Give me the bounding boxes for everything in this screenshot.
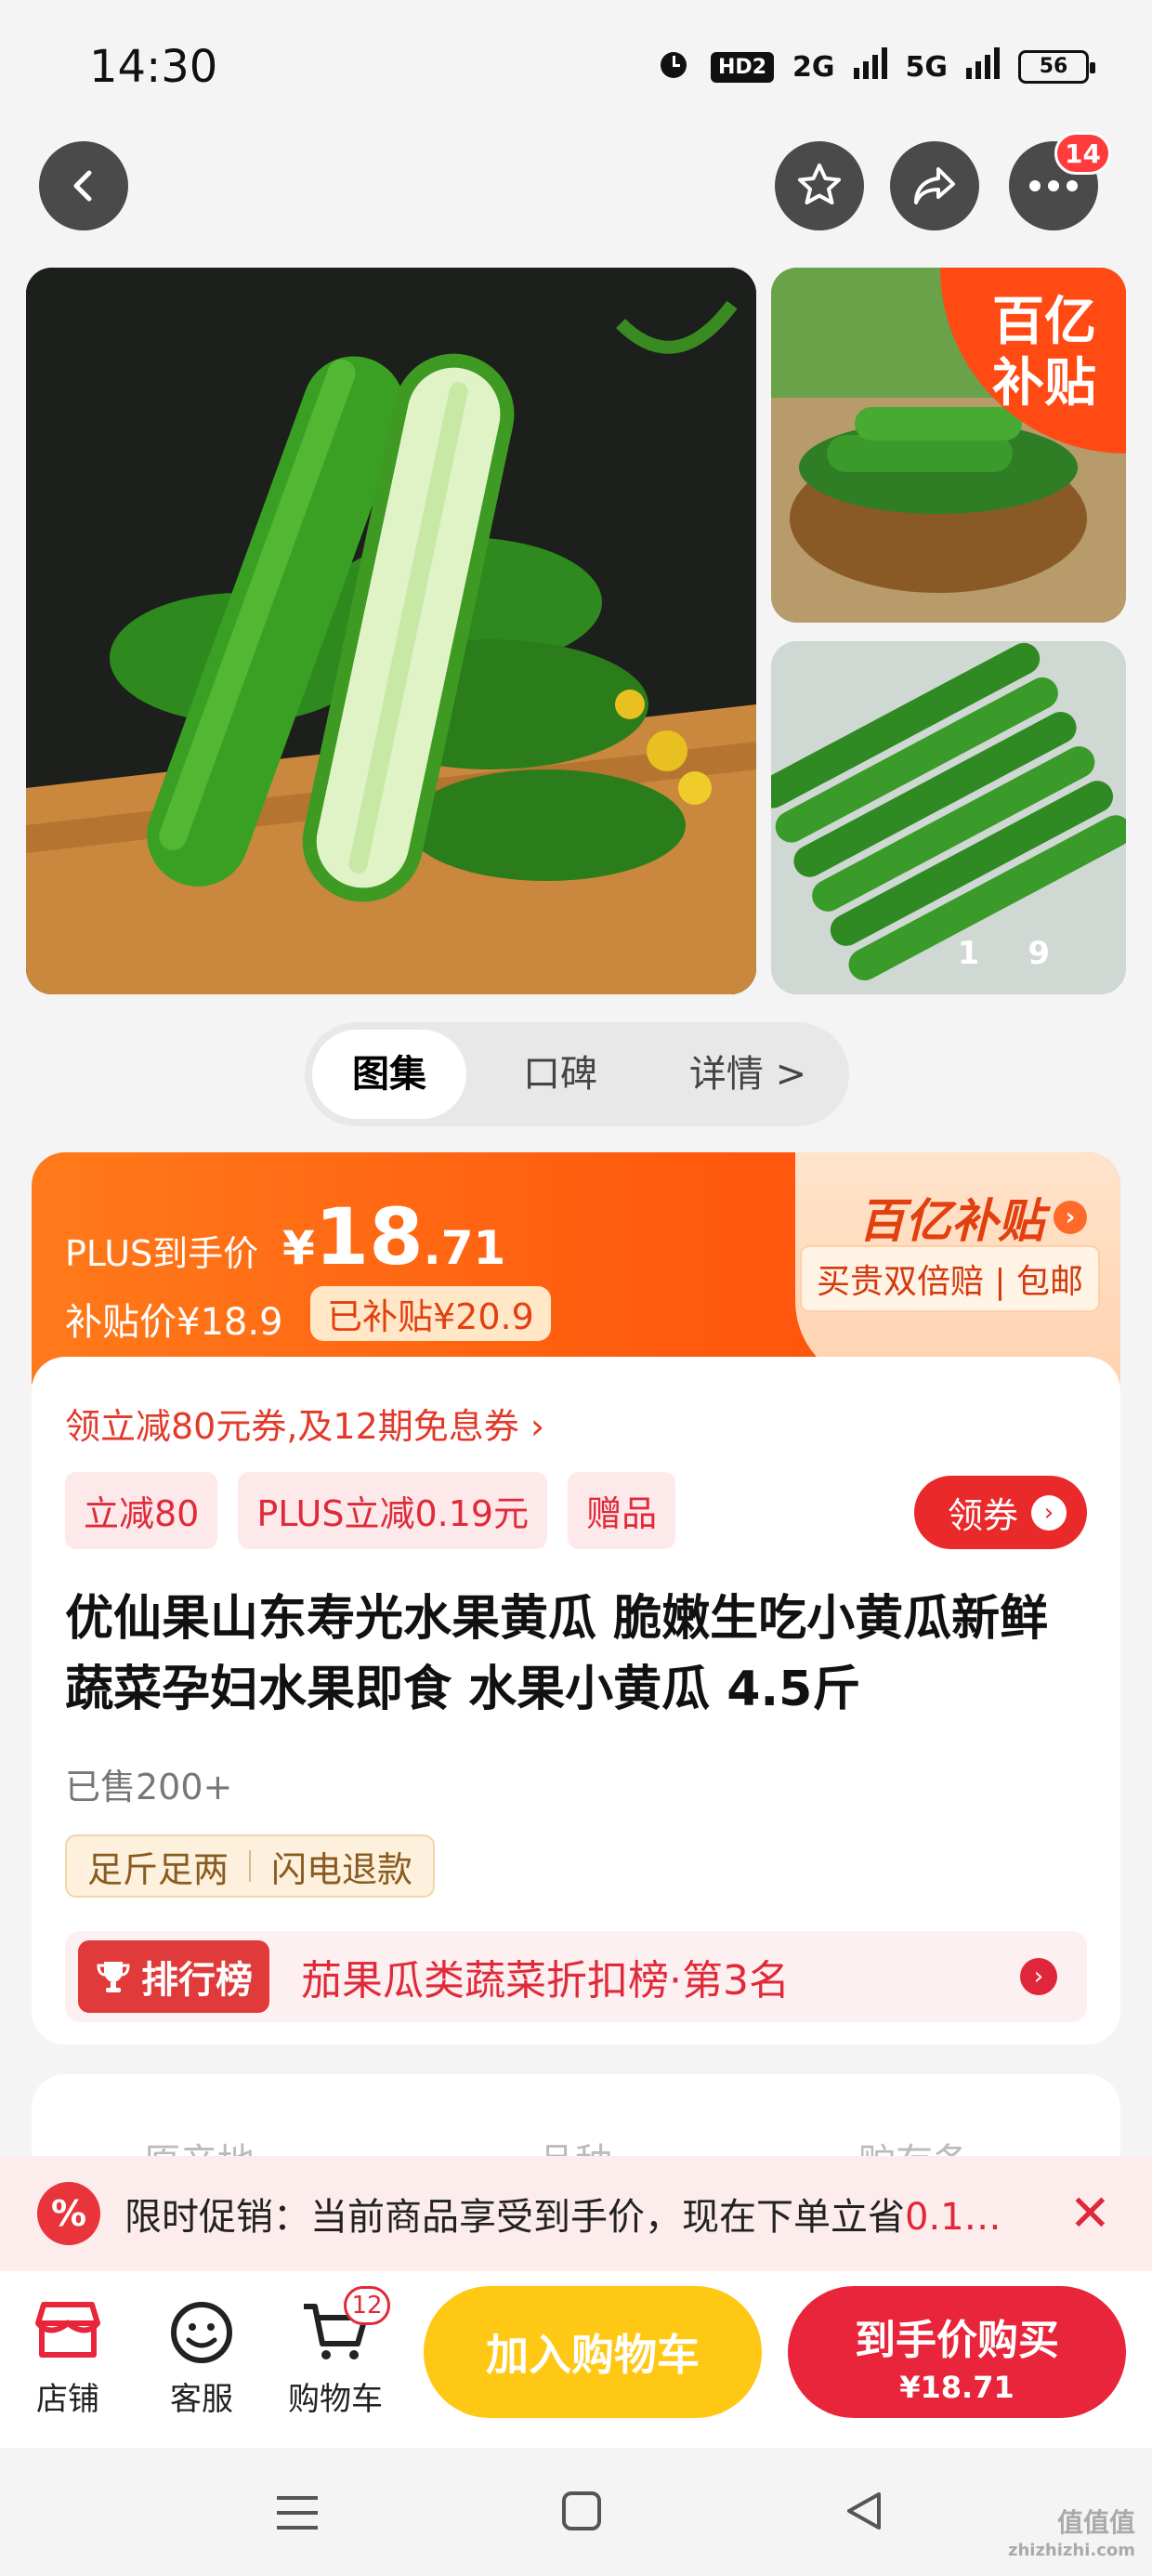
promo-tag: 赠品	[568, 1472, 676, 1549]
trophy-icon	[97, 1962, 130, 1992]
price-decimal: .71	[423, 1221, 506, 1275]
tab-gallery[interactable]: 图集	[312, 1030, 466, 1119]
plus-price-label: PLUS到手价	[65, 1233, 259, 1274]
hd-badge: HD2	[711, 51, 774, 83]
chevron-right-icon: ›	[1031, 1494, 1067, 1531]
product-image-main[interactable]	[26, 268, 756, 994]
discount-icon: %	[37, 2182, 100, 2245]
watermark: 值值值 zhizhizhi.com	[1008, 2509, 1135, 2565]
customer-service-button[interactable]: 客服	[141, 2290, 262, 2419]
sold-count: 已售200+	[65, 1767, 233, 1807]
signal-5g: 5G	[905, 50, 949, 84]
bottom-action-bar: 店铺 客服 12 购物车 加入购物车 到手价购买 ¥18.71	[0, 2271, 1152, 2448]
promo-text: 限时促销：当前商品享受到手价，现在下单立省0.1…	[124, 2187, 1035, 2241]
cart-icon: 12	[275, 2286, 396, 2373]
image-counter: 19	[958, 935, 1098, 972]
image-counter-total: 9	[1028, 935, 1098, 972]
plus-price: ¥18.71	[282, 1191, 505, 1282]
coupon-link[interactable]: 领立减80元券,及12期免息券 ›	[65, 1398, 544, 1449]
home-nav-button[interactable]	[561, 2491, 602, 2535]
status-icons: HD2 2G 5G 56	[655, 45, 1095, 89]
promo-tag: PLUS立减0.19元	[238, 1472, 548, 1549]
chevron-right-icon: ›	[1020, 1958, 1057, 1995]
price-currency: ¥	[282, 1221, 315, 1275]
billion-subsidy-link[interactable]: 百亿补贴 ›	[858, 1184, 1087, 1251]
chevron-right-icon: ›	[1054, 1201, 1087, 1234]
message-count-badge: 14	[1054, 132, 1111, 175]
close-icon[interactable]: ✕	[1069, 2184, 1111, 2242]
system-navigation-bar	[0, 2448, 1152, 2576]
price-card: PLUS到手价 ¥18.71 补贴价¥18.9 已补贴¥20.9 百亿补贴 › …	[32, 1152, 1120, 2044]
signal-bars-icon	[853, 47, 887, 86]
promo-message: 限时促销：当前商品享受到手价，现在下单立省	[124, 2196, 905, 2239]
media-segment-tabs: 图集 口碑 详情 >	[305, 1022, 849, 1126]
watermark-line1: 值值值	[1056, 2507, 1135, 2538]
battery-indicator: 56	[1018, 50, 1095, 84]
share-icon	[914, 167, 955, 204]
signal-bars-5g-icon	[966, 47, 1000, 86]
more-button[interactable]: 14	[1009, 132, 1111, 230]
ranking-badge-label: 排行榜	[141, 1959, 253, 2002]
status-time: 14:30	[89, 41, 218, 93]
claim-coupon-button[interactable]: 领券 ›	[913, 1476, 1087, 1549]
favorite-button[interactable]	[775, 141, 864, 230]
billion-tag-line1: 百亿	[992, 292, 1096, 352]
service-tags[interactable]: 足斤足两 闪电退款	[65, 1834, 436, 1898]
service-label: 客服	[170, 2381, 233, 2418]
buy-now-label: 到手价购买	[855, 2317, 1059, 2364]
service-tag-refund: 闪电退款	[271, 1848, 413, 1890]
alarm-icon	[655, 45, 692, 89]
image-counter-current: 1	[957, 935, 1028, 972]
product-info-body: 领立减80元券,及12期免息券 › 立减80 PLUS立减0.19元 赠品 领券…	[32, 1357, 1120, 2044]
buy-now-price: ¥18.71	[899, 2370, 1015, 2405]
store-label: 店铺	[36, 2381, 99, 2418]
product-image-box[interactable]: 19	[771, 641, 1126, 994]
home-square-icon	[562, 2491, 601, 2530]
back-nav-button[interactable]	[844, 2491, 884, 2535]
billion-tag-line2: 补贴	[992, 353, 1096, 414]
cucumber-photo	[26, 268, 756, 994]
claim-coupon-label: 领券	[947, 1495, 1018, 1536]
promo-banner[interactable]: % 限时促销：当前商品享受到手价，现在下单立省0.1… ✕	[0, 2156, 1152, 2271]
menu-icon	[277, 2496, 318, 2530]
price-integer: 18	[314, 1191, 424, 1282]
product-title: 优仙果山东寿光水果黄瓜 脆嫩生吃小黄瓜新鲜蔬菜孕妇水果即食 水果小黄瓜 4.5斤	[65, 1591, 1049, 1717]
store-icon	[7, 2290, 128, 2373]
ranking-row[interactable]: 排行榜 茄果瓜类蔬菜折扣榜·第3名 ›	[65, 1931, 1087, 2022]
guarantee-chip: 买贵双倍赔 | 包邮	[799, 1245, 1100, 1312]
chat-face-icon	[141, 2290, 262, 2373]
cart-label: 购物车	[288, 2381, 383, 2418]
promo-tag: 立减80	[65, 1472, 218, 1549]
service-tag-weight: 足斤足两	[87, 1848, 229, 1890]
star-icon	[798, 164, 841, 204]
tab-reviews[interactable]: 口碑	[466, 1030, 654, 1119]
menu-nav-button[interactable]	[275, 2492, 320, 2537]
tab-details[interactable]: 详情 >	[654, 1030, 842, 1119]
signal-2g: 2G	[792, 50, 835, 84]
promo-tags: 立减80 PLUS立减0.19元 赠品	[65, 1472, 676, 1549]
watermark-line2: zhizhizhi.com	[1007, 2541, 1135, 2560]
cart-button[interactable]: 12 购物车	[275, 2286, 396, 2419]
back-arrow-icon	[73, 170, 92, 202]
promo-savings: 0.1…	[905, 2196, 1001, 2239]
buy-now-button[interactable]: 到手价购买 ¥18.71	[788, 2286, 1126, 2418]
cart-count-badge: 12	[344, 2286, 390, 2325]
back-button[interactable]	[39, 141, 128, 230]
subsidy-price: 补贴价¥18.9	[65, 1301, 283, 1344]
ranking-text: 茄果瓜类蔬菜折扣榜·第3名	[301, 1957, 790, 2004]
share-button[interactable]	[890, 141, 979, 230]
more-dots-icon	[1029, 180, 1078, 191]
subsidy-amount-chip: 已补贴¥20.9	[310, 1286, 551, 1341]
product-image-basket[interactable]: 百亿 补贴	[771, 268, 1126, 623]
billion-subsidy-title: 百亿补贴	[858, 1194, 1044, 1248]
store-button[interactable]: 店铺	[7, 2290, 128, 2419]
ranking-badge: 排行榜	[78, 1940, 269, 2013]
add-to-cart-button[interactable]: 加入购物车	[424, 2286, 762, 2418]
back-triangle-icon	[847, 2492, 881, 2530]
